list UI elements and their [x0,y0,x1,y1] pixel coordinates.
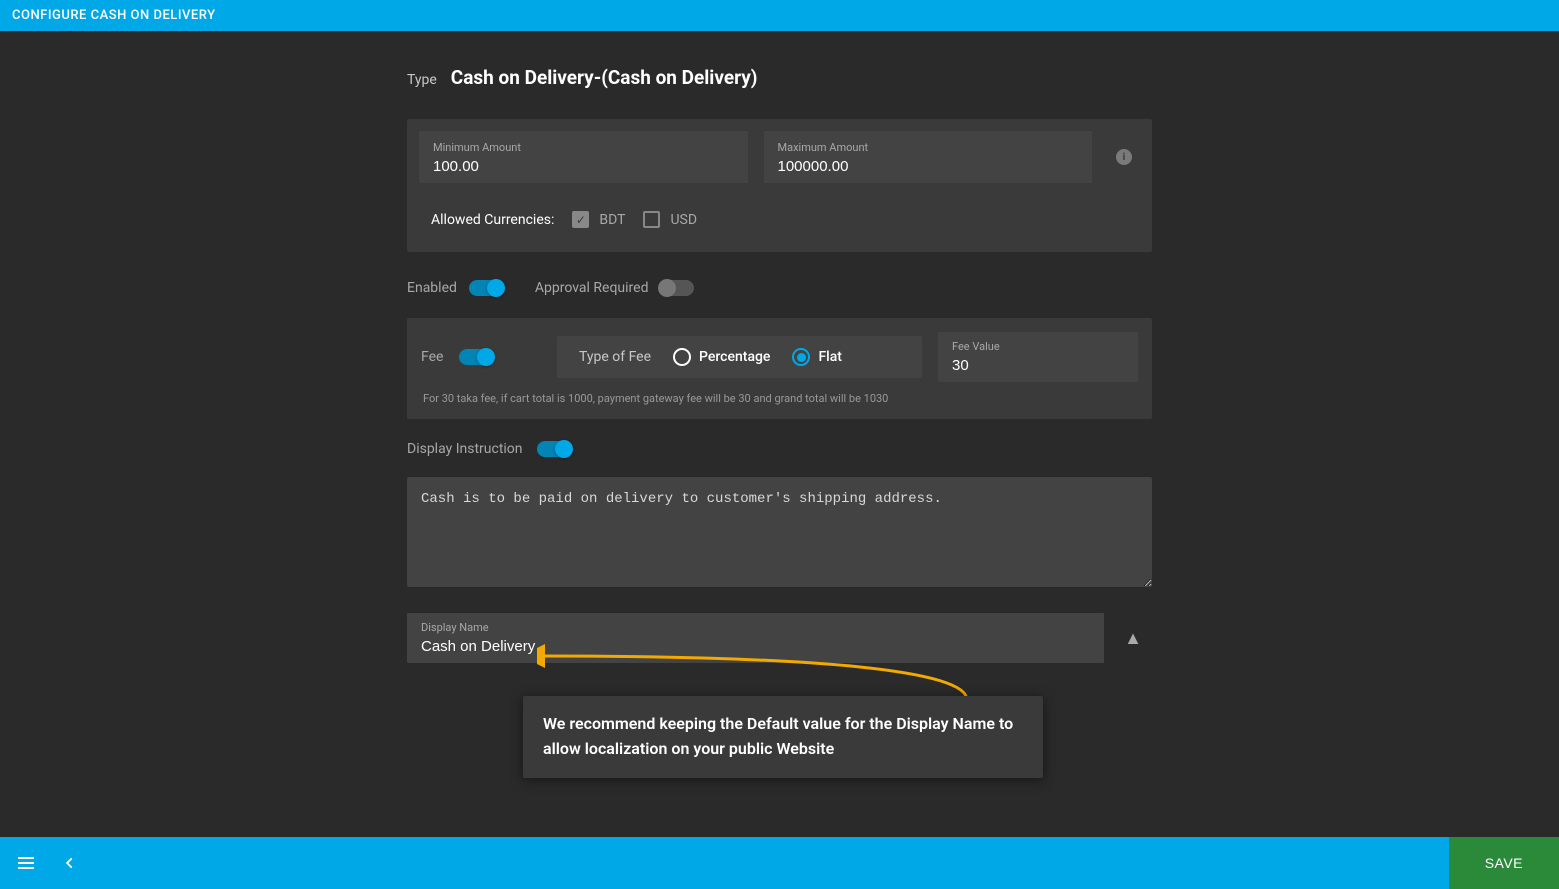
fee-value-input[interactable] [952,357,1124,374]
checkbox-checked-icon: ✓ [572,211,589,228]
hamburger-icon [18,857,34,869]
allowed-currencies-row: Allowed Currencies: ✓ BDT USD [419,183,1140,240]
fee-value-field[interactable]: Fee Value [938,332,1138,382]
radio-selected-icon [792,348,810,366]
display-instruction-label: Display Instruction [407,441,523,457]
info-icon[interactable]: i [1116,149,1132,165]
page-title: CONFIGURE CASH ON DELIVERY [12,8,216,23]
instruction-textarea[interactable] [407,477,1152,587]
footer-bar: SAVE [0,837,1559,889]
min-amount-label: Minimum Amount [433,141,734,154]
fee-type-selector: Type of Fee Percentage Flat [557,336,922,378]
fee-type-label: Type of Fee [579,349,651,365]
recommendation-tooltip: We recommend keeping the Default value f… [523,696,1043,778]
chevron-left-icon [63,856,77,870]
fee-panel: Fee Type of Fee Percentage Flat Fee Val [407,318,1152,419]
warning-icon[interactable]: ▲ [1114,628,1152,649]
type-label: Type [407,72,437,88]
currency-usd-label: USD [670,212,697,228]
currency-bdt-option[interactable]: ✓ BDT [572,211,625,228]
fee-label: Fee [421,349,443,365]
save-button[interactable]: SAVE [1449,837,1559,889]
enabled-toggle[interactable] [469,280,503,296]
type-value: Cash on Delivery-(Cash on Delivery) [451,66,758,89]
display-name-input[interactable] [421,638,1090,655]
fee-type-percentage-option[interactable]: Percentage [673,348,770,366]
fee-type-percentage-label: Percentage [699,349,770,365]
currency-bdt-label: BDT [599,212,625,228]
page-header: CONFIGURE CASH ON DELIVERY [0,0,1559,31]
type-row: Type Cash on Delivery-(Cash on Delivery) [407,66,1152,89]
fee-type-flat-option[interactable]: Flat [792,348,842,366]
display-instruction-row: Display Instruction [407,441,1152,457]
allowed-currencies-label: Allowed Currencies: [431,212,554,228]
fee-type-flat-label: Flat [818,349,842,365]
max-amount-label: Maximum Amount [778,141,1079,154]
min-amount-input[interactable] [433,158,734,175]
menu-button[interactable] [8,845,44,881]
approval-required-label: Approval Required [535,280,649,296]
enabled-approval-row: Enabled Approval Required [407,270,1152,306]
display-name-field[interactable]: Display Name [407,613,1104,663]
amount-panel: Minimum Amount Maximum Amount i Allowed … [407,119,1152,252]
fee-value-label: Fee Value [952,340,1124,353]
fee-help-text: For 30 taka fee, if cart total is 1000, … [421,392,1138,405]
max-amount-field[interactable]: Maximum Amount [764,131,1093,183]
display-name-row: Display Name ▲ [407,613,1152,663]
display-instruction-toggle[interactable] [537,441,571,457]
display-name-label: Display Name [421,621,1090,634]
max-amount-input[interactable] [778,158,1079,175]
back-button[interactable] [52,845,88,881]
min-amount-field[interactable]: Minimum Amount [419,131,748,183]
checkbox-unchecked-icon [643,211,660,228]
approval-required-toggle[interactable] [660,280,694,296]
currency-usd-option[interactable]: USD [643,211,697,228]
radio-unselected-icon [673,348,691,366]
fee-toggle[interactable] [459,349,493,365]
enabled-label: Enabled [407,280,457,296]
main-content: Type Cash on Delivery-(Cash on Delivery)… [0,31,1559,783]
